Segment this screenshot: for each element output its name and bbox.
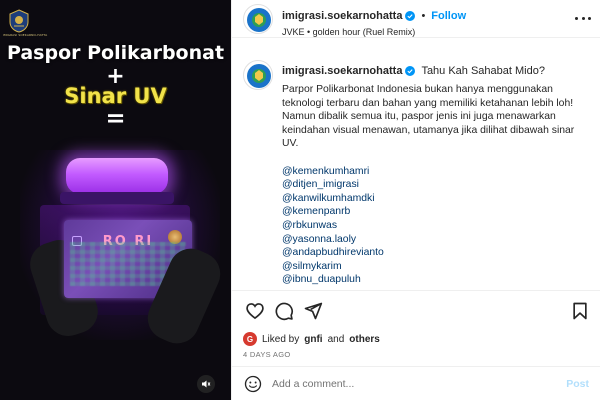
- media-headline: Paspor Polikarbonat: [6, 42, 225, 64]
- caption-avatar[interactable]: [243, 60, 273, 90]
- mention-link[interactable]: @ibnu_duapuluh: [282, 273, 580, 287]
- profile-logo-icon: [247, 64, 271, 88]
- post-timestamp[interactable]: 4 DAYS AGO: [243, 350, 290, 359]
- post-comment-button[interactable]: Post: [566, 378, 589, 390]
- mention-link[interactable]: @andapbudhirevianto: [282, 246, 580, 260]
- audio-track[interactable]: JVKE • golden hour (Ruel Remix): [282, 27, 415, 37]
- uv-lamp-base: [60, 192, 174, 204]
- mention-link[interactable]: @kemenkumhamri: [282, 165, 580, 179]
- bookmark-icon[interactable]: [570, 301, 590, 321]
- mention-link[interactable]: @kanwilkumhamdki: [282, 192, 580, 206]
- separator-dot: •: [421, 10, 426, 22]
- caption-heading: imigrasi.soekarnohatta Tahu Kah Sahabat …: [282, 65, 545, 77]
- post-side-panel: imigrasi.soekarnohatta • Follow JVKE • g…: [231, 0, 600, 400]
- verified-badge-icon: [405, 66, 416, 76]
- header-user: imigrasi.soekarnohatta • Follow: [282, 10, 466, 22]
- liker-username[interactable]: gnfi: [304, 334, 322, 345]
- emoji-icon[interactable]: [244, 375, 262, 393]
- likes-summary: G Liked by gnfi and others: [243, 332, 380, 346]
- logo-caption: IMIGRASI SOEKARNO-HATTA: [3, 33, 48, 37]
- mention-link[interactable]: @ditjen_imigrasi: [282, 178, 580, 192]
- mention-link[interactable]: @silmykarim: [282, 260, 580, 274]
- immigration-logo-icon: [9, 9, 29, 33]
- verified-badge-icon: [405, 11, 416, 21]
- caption-paragraph: Parpor Polikarbonat Indonesia bukan hany…: [282, 84, 575, 150]
- mention-link[interactable]: @yasonna.laoly: [282, 233, 580, 247]
- likes-prefix: Liked by: [262, 333, 300, 345]
- action-bar: [232, 290, 600, 330]
- follow-button[interactable]: Follow: [431, 10, 466, 22]
- share-icon[interactable]: [303, 301, 323, 321]
- caption-body: Parpor Polikarbonat Indonesia bukan hany…: [282, 83, 580, 287]
- post-header: imigrasi.soekarnohatta • Follow JVKE • g…: [232, 0, 600, 38]
- profile-logo-icon: [247, 8, 271, 32]
- mute-button[interactable]: [197, 375, 215, 393]
- likes-others-link[interactable]: others: [349, 334, 380, 345]
- comment-icon[interactable]: [274, 301, 294, 321]
- liker-avatar[interactable]: G: [243, 332, 257, 346]
- caption-section: imigrasi.soekarnohatta Tahu Kah Sahabat …: [232, 39, 600, 289]
- speaker-muted-icon: [202, 380, 211, 388]
- heart-icon[interactable]: [245, 301, 265, 321]
- comment-input[interactable]: [272, 373, 552, 395]
- mention-link[interactable]: @rbkunwas: [282, 219, 580, 233]
- header-username[interactable]: imigrasi.soekarnohatta: [282, 10, 402, 22]
- comment-bar: Post: [232, 366, 600, 400]
- caption-username[interactable]: imigrasi.soekarnohatta: [282, 65, 402, 77]
- caption-title: Tahu Kah Sahabat Mido?: [421, 65, 545, 77]
- post-media[interactable]: IMIGRASI SOEKARNO-HATTA Paspor Polikarbo…: [0, 0, 231, 400]
- more-options-button[interactable]: [575, 12, 591, 24]
- avatar[interactable]: [243, 4, 273, 34]
- mention-link[interactable]: @kemenpanrb: [282, 205, 580, 219]
- media-equals: =: [105, 104, 126, 132]
- more-options-icon: [575, 16, 578, 20]
- uv-lamp: [66, 158, 168, 194]
- likes-connector: and: [327, 333, 345, 345]
